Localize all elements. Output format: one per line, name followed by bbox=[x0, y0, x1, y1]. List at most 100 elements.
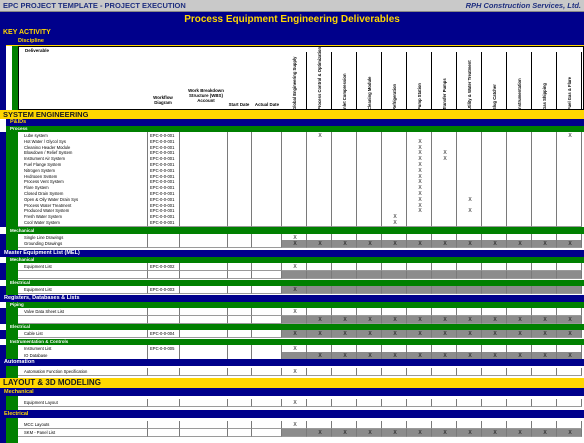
actual-date-cell bbox=[252, 219, 282, 227]
x-mark: X bbox=[468, 316, 472, 323]
x-mark: X bbox=[518, 430, 522, 436]
status-cell bbox=[432, 421, 457, 429]
wbs-account: EPC-0-0-002 bbox=[150, 263, 175, 269]
x-mark: X bbox=[568, 330, 572, 337]
status-cell bbox=[507, 307, 532, 316]
status-cell bbox=[532, 285, 557, 294]
x-mark: X bbox=[393, 316, 397, 323]
status-cell bbox=[532, 399, 557, 407]
x-mark: X bbox=[493, 316, 497, 323]
status-cell bbox=[307, 219, 332, 227]
deliverable-name bbox=[24, 271, 146, 279]
layout-mechanical-bar: Mechanical bbox=[0, 388, 584, 396]
status-cell bbox=[432, 399, 457, 407]
x-mark: X bbox=[568, 316, 572, 323]
status-cell bbox=[407, 307, 432, 316]
x-mark: X bbox=[493, 241, 497, 248]
status-cell bbox=[307, 307, 332, 316]
actual-date-cell bbox=[252, 429, 282, 437]
status-cell bbox=[382, 262, 407, 271]
x-mark: X bbox=[493, 430, 497, 436]
layout-3d-bar: LAYOUT & 3D MODELING bbox=[0, 378, 584, 388]
status-cell bbox=[532, 270, 557, 279]
start-date-cell bbox=[228, 285, 252, 294]
pids-bar: P&IDs bbox=[6, 119, 584, 126]
status-cell bbox=[557, 421, 582, 429]
status-cell bbox=[557, 367, 582, 376]
x-mark: X bbox=[293, 400, 297, 406]
actual-date-cell bbox=[252, 421, 282, 429]
status-cell bbox=[457, 307, 482, 316]
wbs-account: EPC-0-0-001 bbox=[150, 220, 175, 225]
x-mark: X bbox=[343, 316, 347, 323]
start-date-cell bbox=[228, 262, 252, 271]
status-cell bbox=[332, 285, 357, 294]
status-cell bbox=[432, 270, 457, 279]
x-mark: X bbox=[293, 330, 297, 337]
status-cell bbox=[457, 399, 482, 407]
status-cell bbox=[557, 307, 582, 316]
deliverable-name bbox=[24, 316, 146, 324]
status-cell bbox=[382, 399, 407, 407]
start-date-cell bbox=[228, 219, 252, 227]
status-cell bbox=[282, 270, 307, 279]
start-date-cell bbox=[228, 270, 252, 279]
wbs-account-cell bbox=[180, 367, 228, 376]
x-mark: X bbox=[293, 308, 297, 315]
status-cell bbox=[382, 307, 407, 316]
status-cell bbox=[557, 219, 582, 227]
start-date-cell bbox=[228, 367, 252, 376]
status-cell bbox=[357, 307, 382, 316]
wbs-account-cell bbox=[180, 421, 228, 429]
status-cell bbox=[357, 270, 382, 279]
x-mark: X bbox=[493, 330, 497, 337]
layout-3d-label: LAYOUT & 3D MODELING bbox=[3, 378, 101, 387]
status-cell bbox=[307, 367, 332, 376]
automation-bar: Automation bbox=[0, 358, 584, 366]
x-mark: X bbox=[368, 430, 372, 436]
wbs-account: EPC-0-0-004 bbox=[150, 330, 175, 336]
x-mark: X bbox=[293, 263, 297, 270]
x-mark: X bbox=[568, 430, 572, 436]
status-cell bbox=[382, 285, 407, 294]
wbs-account-cell bbox=[180, 329, 228, 338]
x-mark: X bbox=[443, 330, 447, 337]
x-mark: X bbox=[518, 241, 522, 248]
status-cell bbox=[507, 399, 532, 407]
deliverable-name: Cable List bbox=[24, 330, 43, 336]
wbs-account-cell bbox=[180, 429, 228, 437]
status-cell bbox=[532, 367, 557, 376]
x-mark: X bbox=[468, 330, 472, 337]
status-cell bbox=[407, 270, 432, 279]
status-cell bbox=[432, 219, 457, 227]
deliverables-grid: P&IDs Process Lube system EPC-0-0-001 X X Hot … bbox=[0, 0, 584, 443]
x-mark: X bbox=[543, 430, 547, 436]
x-mark: X bbox=[343, 241, 347, 248]
actual-date-cell bbox=[252, 399, 282, 407]
status-cell bbox=[307, 270, 332, 279]
deliverable-name: SKM - Panel List bbox=[24, 430, 56, 435]
x-mark: X bbox=[393, 430, 397, 436]
x-mark: X bbox=[293, 241, 297, 248]
start-date-cell bbox=[228, 329, 252, 338]
actual-date-cell bbox=[252, 270, 282, 279]
x-mark: X bbox=[518, 316, 522, 323]
status-cell bbox=[532, 262, 557, 271]
wbs-account: EPC-0-0-003 bbox=[150, 286, 175, 292]
deliverable-name: Cool Water System bbox=[24, 220, 60, 225]
status-cell bbox=[482, 270, 507, 279]
x-mark: X bbox=[543, 241, 547, 248]
status-cell bbox=[482, 285, 507, 294]
status-cell bbox=[532, 307, 557, 316]
status-cell bbox=[482, 367, 507, 376]
deliverable-name: Equipment List bbox=[24, 263, 52, 269]
wbs-account-cell bbox=[180, 285, 228, 294]
status-cell bbox=[557, 270, 582, 279]
x-mark: X bbox=[293, 368, 297, 375]
x-mark: X bbox=[443, 241, 447, 248]
actual-date-cell bbox=[252, 367, 282, 376]
status-cell bbox=[457, 270, 482, 279]
wbs-cell bbox=[148, 367, 180, 376]
x-mark: X bbox=[518, 330, 522, 337]
status-cell bbox=[432, 285, 457, 294]
